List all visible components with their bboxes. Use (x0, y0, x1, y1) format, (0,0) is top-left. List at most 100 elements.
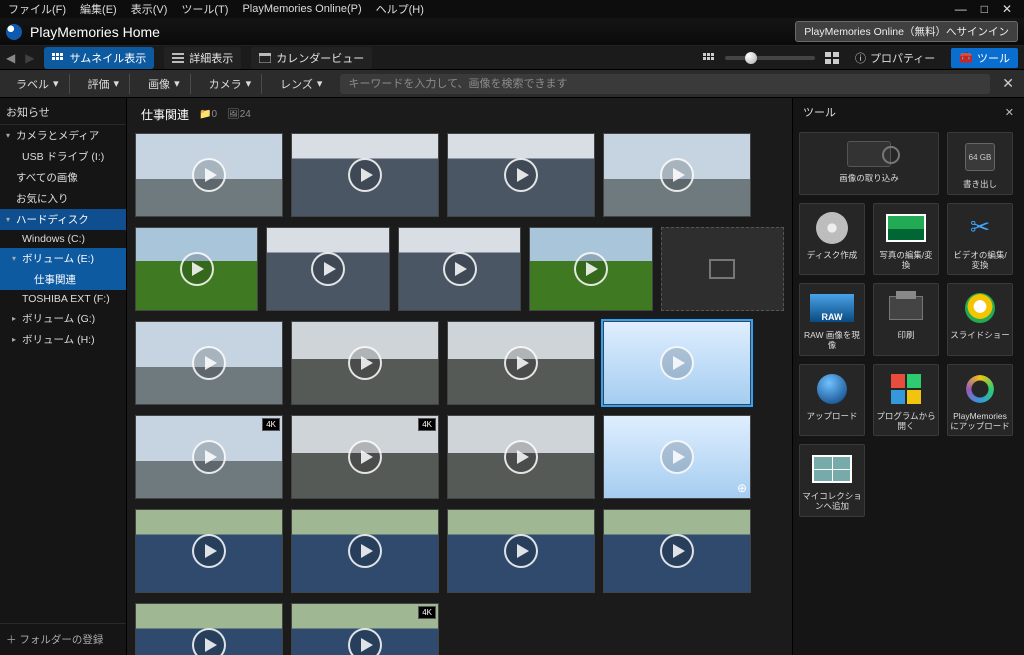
nav-back-icon[interactable]: ◀ (6, 51, 15, 65)
menu-help[interactable]: ヘルプ(H) (376, 1, 424, 17)
search-clear-icon[interactable]: ✕ (998, 75, 1018, 92)
camera-icon (802, 137, 936, 171)
play-icon (180, 252, 214, 286)
thumbnail[interactable] (135, 321, 283, 405)
sidebar-item-9[interactable]: ▸ボリューム (G:) (0, 308, 126, 329)
filter-label[interactable]: ラベル▾ (6, 74, 70, 94)
tool-tile[interactable]: スライドショー (947, 283, 1013, 356)
view-calendar-button[interactable]: カレンダービュー (251, 47, 372, 69)
sidebar-item-0[interactable]: ▾カメラとメディア (0, 125, 126, 146)
thumbnail[interactable] (661, 227, 784, 311)
tool-tile[interactable]: ディスク作成 (799, 203, 865, 276)
filter-rating[interactable]: 評価▾ (78, 74, 131, 94)
menu-file[interactable]: ファイル(F) (8, 1, 66, 17)
tool-label: ディスク作成 (807, 251, 857, 261)
thumbnail[interactable] (603, 509, 751, 593)
tool-label: マイコレクションへ追加 (802, 492, 862, 512)
zoom-knob[interactable] (745, 52, 757, 64)
sidebar-item-3[interactable]: お気に入り (0, 188, 126, 209)
view-detail-button[interactable]: 詳細表示 (164, 47, 241, 69)
chevron-down-icon: ▾ (53, 77, 59, 90)
sidebar-notice[interactable]: お知らせ (0, 98, 126, 125)
sidebar-item-5[interactable]: Windows (C:) (0, 230, 126, 248)
close-icon[interactable]: ✕ (998, 2, 1016, 16)
thumbnail[interactable] (398, 227, 521, 311)
tools-row: RAWRAW 画像を現像印刷スライドショー (799, 283, 1018, 356)
thumbnail[interactable] (135, 227, 258, 311)
thumbnail[interactable] (291, 133, 439, 217)
thumbnail[interactable]: 4K (135, 415, 283, 499)
tool-tile[interactable]: 写真の編集/変換 (873, 203, 939, 276)
tool-tile[interactable]: ✂ビデオの編集/変換 (947, 203, 1013, 276)
play-icon (348, 158, 382, 192)
thumbnail[interactable] (447, 509, 595, 593)
sidebar-item-8[interactable]: TOSHIBA EXT (F:) (0, 290, 126, 308)
sidebar-add-folder[interactable]: ＋ フォルダーの登録 (0, 623, 126, 655)
tool-tile[interactable]: PlayMemories にアップロード (947, 364, 1013, 437)
content-header: 仕事関連 📁0 🖼24 (127, 98, 792, 127)
tool-tile[interactable]: 64 GB書き出し (947, 132, 1013, 195)
large-grid-icon[interactable] (825, 52, 839, 64)
menu-pmo[interactable]: PlayMemories Online(P) (242, 3, 361, 15)
view-detail-label: 詳細表示 (189, 50, 233, 66)
tool-label: プログラムから開く (876, 412, 936, 432)
search-box[interactable] (340, 74, 990, 94)
tool-tile[interactable]: 画像の取り込み (799, 132, 939, 195)
properties-button[interactable]: ⓘ プロパティー (849, 48, 941, 68)
tools-close-icon[interactable]: ✕ (1005, 106, 1014, 119)
filter-lens[interactable]: レンズ▾ (270, 74, 332, 94)
grid-size-icon[interactable] (703, 53, 715, 63)
sidebar-item-4[interactable]: ▾ハードディスク (0, 209, 126, 230)
thumbnail[interactable] (291, 509, 439, 593)
thumbnail[interactable] (135, 509, 283, 593)
sidebar-item-6[interactable]: ▾ボリューム (E:) (0, 248, 126, 269)
maximize-icon[interactable]: □ (977, 2, 992, 16)
tool-tile[interactable]: RAWRAW 画像を現像 (799, 283, 865, 356)
sidebar-item-1[interactable]: USB ドライブ (I:) (0, 146, 126, 167)
search-input[interactable] (346, 77, 984, 91)
thumbnail[interactable]: 4K (291, 415, 439, 499)
tool-tile[interactable]: アップロード (799, 364, 865, 437)
sidebar-item-label: ボリューム (G:) (22, 311, 95, 326)
play-icon (504, 346, 538, 380)
print-icon (876, 288, 936, 328)
filter-camera[interactable]: カメラ▾ (199, 74, 263, 94)
tools-toggle-button[interactable]: 🧰 ツール (951, 48, 1018, 68)
nav-forward-icon[interactable]: ▶ (25, 51, 34, 65)
sidebar-item-10[interactable]: ▸ボリューム (H:) (0, 329, 126, 350)
thumbnail[interactable]: ⊕ (603, 415, 751, 499)
thumbnail[interactable] (447, 415, 595, 499)
menu-tools[interactable]: ツール(T) (181, 1, 228, 17)
thumbnail[interactable]: 4K (291, 603, 439, 655)
sidebar-item-7[interactable]: 仕事関連 (0, 269, 126, 290)
menu-view[interactable]: 表示(V) (131, 1, 168, 17)
signin-button[interactable]: PlayMemories Online（無料）へサインイン (795, 21, 1018, 42)
menu-edit[interactable]: 編集(E) (80, 1, 117, 17)
thumbnail[interactable] (603, 133, 751, 217)
tools-row: ディスク作成 写真の編集/変換 ✂ビデオの編集/変換 (799, 203, 1018, 276)
zoom-slider[interactable] (725, 56, 815, 60)
toolbox-icon: 🧰 (959, 51, 973, 64)
minimize-icon[interactable]: — (951, 2, 971, 16)
view-thumbnail-button[interactable]: サムネイル表示 (44, 47, 154, 69)
app-title: PlayMemories Home (30, 24, 160, 40)
thumbnail[interactable] (135, 133, 283, 217)
tool-label: 写真の編集/変換 (876, 251, 936, 271)
photo-icon (876, 208, 936, 248)
thumbnail[interactable] (447, 321, 595, 405)
thumbnail[interactable] (529, 227, 652, 311)
thumbnail[interactable] (266, 227, 389, 311)
flower-icon (950, 288, 1010, 328)
play-icon (660, 158, 694, 192)
tool-tile[interactable]: 印刷 (873, 283, 939, 356)
filter-image[interactable]: 画像▾ (138, 74, 191, 94)
tiles-icon (876, 369, 936, 409)
tool-tile[interactable]: プログラムから開く (873, 364, 939, 437)
thumbnail[interactable] (603, 321, 751, 405)
tool-tile[interactable]: マイコレクションへ追加 (799, 444, 865, 517)
thumbnail[interactable] (291, 321, 439, 405)
sidebar-item-2[interactable]: すべての画像 (0, 167, 126, 188)
thumbnail[interactable] (447, 133, 595, 217)
thumb-row: 4K4K ⊕ (135, 415, 784, 499)
thumbnail[interactable] (135, 603, 283, 655)
